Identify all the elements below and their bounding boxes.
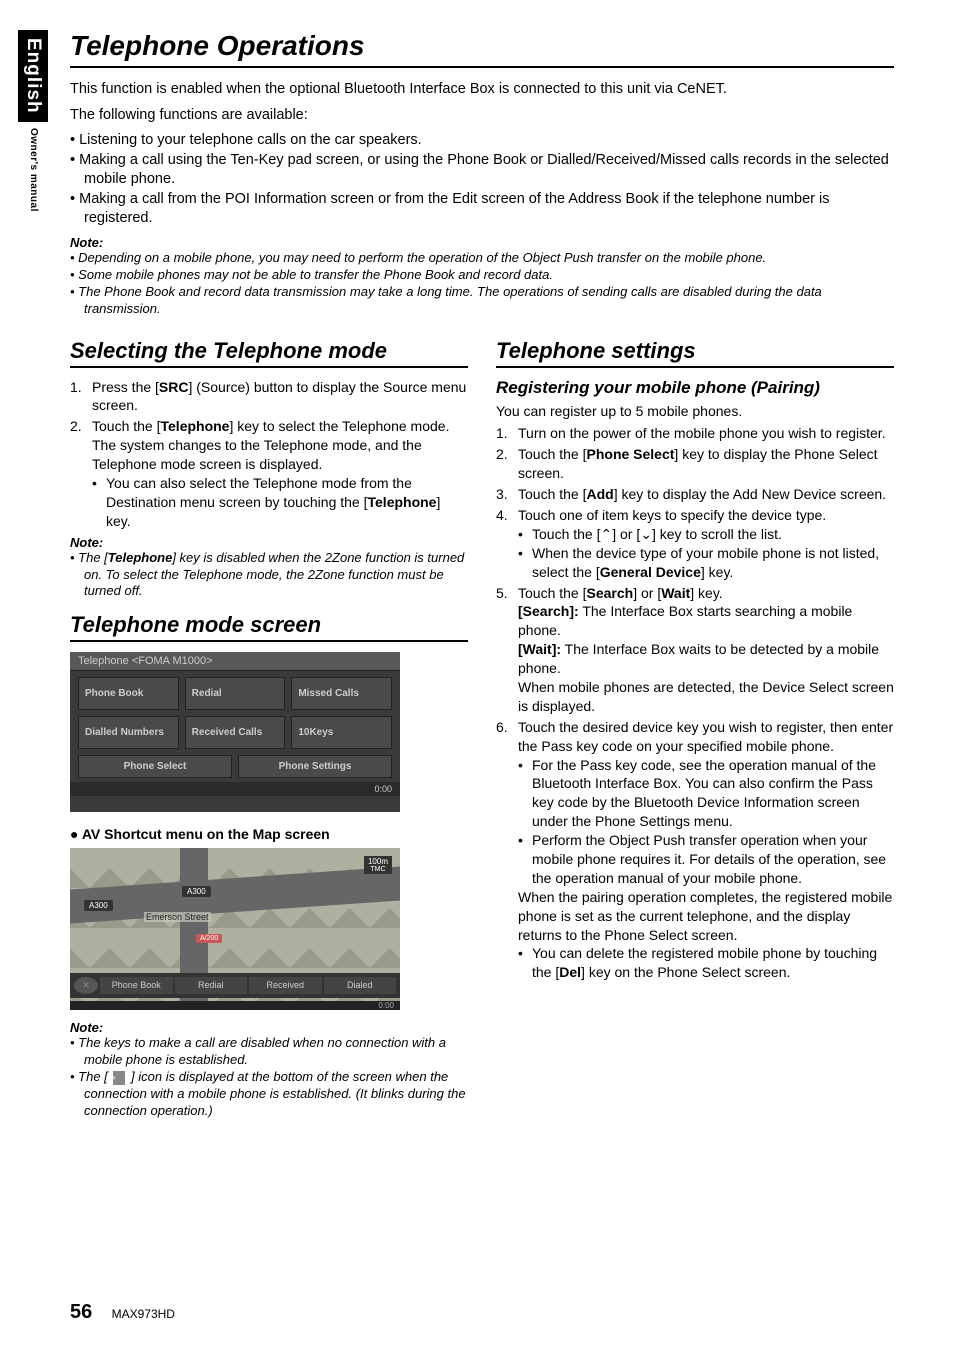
scroll-down-icon: ⌄ [640,525,652,544]
note-item: The keys to make a call are disabled whe… [70,1035,468,1069]
model-number: MAX973HD [112,1307,175,1321]
note-heading: Note: [70,235,894,250]
note-item: The [ ⌖ ] icon is displayed at the botto… [70,1069,468,1120]
left-note-1: The [Telephone] key is disabled when the… [70,550,468,601]
tel-titlebar: Telephone <FOMA M1000> [70,652,400,671]
note-heading: Note: [70,535,468,550]
map-btn-received[interactable]: Received [249,977,322,994]
note-item: Depending on a mobile phone, you may nee… [70,250,894,267]
note-item: Some mobile phones may not be able to tr… [70,267,894,284]
tel-btn-dialled[interactable]: Dialled Numbers [78,716,179,749]
top-note-list: Depending on a mobile phone, you may nee… [70,250,894,318]
top-bullet: Listening to your telephone calls on the… [70,131,894,151]
heading-registering-pairing: Registering your mobile phone (Pairing) [496,378,894,398]
pair-step-4: 4.Touch one of item keys to specify the … [496,506,894,582]
pair-step-6: 6.Touch the desired device key you wish … [496,718,894,982]
step-2-text: Touch the [Telephone] key to select the … [92,418,449,434]
intro-line-2: The following functions are available: [70,106,894,126]
tel-btn-phonebook[interactable]: Phone Book [78,677,179,710]
right-column: Telephone settings Registering your mobi… [496,334,894,1120]
tel-status-time: 0:00 [70,782,400,796]
pair-step-2: 2.Touch the [Phone Select] key to displa… [496,445,894,483]
step-4-sub: Touch the [⌃] or [⌄] key to scroll the l… [518,525,894,544]
step-6-sub: For the Pass key code, see the operation… [518,756,894,832]
step-6-sublist-2: You can delete the registered mobile pho… [518,944,894,982]
pair-step-1: 1.Turn on the power of the mobile phone … [496,424,894,443]
intro-line-1: This function is enabled when the option… [70,80,894,100]
map-btn-redial[interactable]: Redial [175,977,248,994]
map-btn-phonebook[interactable]: Phone Book [100,977,173,994]
side-tab-english: English [18,30,48,122]
tel-btn-10keys[interactable]: 10Keys [291,716,392,749]
tel-btn-phone-settings[interactable]: Phone Settings [238,755,392,778]
map-badge: A300 [84,900,113,911]
av-shortcut-heading: AV Shortcut menu on the Map screen [70,826,468,842]
note-item: The [Telephone] key is disabled when the… [70,550,468,601]
note-heading: Note: [70,1020,468,1035]
page-number: 56 [70,1301,92,1323]
map-status-time: 0:00 [70,1001,400,1010]
top-bullet-list: Listening to your telephone calls on the… [70,131,894,229]
step-1-text: Press the [SRC] (Source) button to displ… [92,379,466,414]
top-bullet: Making a call from the POI Information s… [70,190,894,229]
step-4-sublist: Touch the [⌃] or [⌄] key to scroll the l… [518,525,894,582]
heading-selecting-telephone: Selecting the Telephone mode [70,338,468,368]
side-tab-owner: Owner's manual [18,122,49,218]
pairing-steps: 1.Turn on the power of the mobile phone … [496,424,894,982]
map-close-icon[interactable]: ✕ [74,977,98,994]
tel-btn-phone-select[interactable]: Phone Select [78,755,232,778]
step-2-sub: You can also select the Telephone mode f… [92,474,468,531]
map-zoom: 100m TMC [364,856,392,874]
step-6-sublist: For the Pass key code, see the operation… [518,756,894,888]
left-note-2: The keys to make a call are disabled whe… [70,1035,468,1119]
map-street-label: Emerson Street [144,912,211,922]
selecting-steps: 1. Press the [SRC] (Source) button to di… [70,378,468,531]
map-screenshot: A300 A300 Emerson Street 100m TMC A/200 … [70,848,400,1010]
tel-btn-missed[interactable]: Missed Calls [291,677,392,710]
top-bullet: Making a call using the Ten-Key pad scre… [70,151,894,190]
step-2-body: The system changes to the Telephone mode… [92,436,468,474]
page-title: Telephone Operations [70,30,894,68]
step-1: 1. Press the [SRC] (Source) button to di… [70,378,468,416]
scroll-up-icon: ⌃ [601,525,613,544]
page-footer: 56 MAX973HD [70,1301,894,1324]
map-car-icon: A/200 [196,934,222,943]
step-6-sub: Perform the Object Push transfer operati… [518,831,894,888]
tel-btn-redial[interactable]: Redial [185,677,286,710]
side-tab: English Owner's manual [18,30,48,217]
map-btn-dialed[interactable]: Dialed [324,977,397,994]
pairing-intro: You can register up to 5 mobile phones. [496,402,894,421]
step-2: 2. Touch the [Telephone] key to select t… [70,417,468,530]
heading-telephone-settings: Telephone settings [496,338,894,368]
telephone-mode-screenshot: Telephone <FOMA M1000> Phone Book Redial… [70,652,400,812]
map-toolbar: ✕ Phone Book Redial Received Dialed [70,973,400,998]
left-column: Selecting the Telephone mode 1. Press th… [70,334,468,1120]
heading-telephone-mode-screen: Telephone mode screen [70,612,468,642]
pair-step-5: 5.Touch the [Search] or [Wait] key. [Sea… [496,584,894,716]
step-4-sub: When the device type of your mobile phon… [518,544,894,582]
tel-btn-received[interactable]: Received Calls [185,716,286,749]
step-6-sub: You can delete the registered mobile pho… [518,944,894,982]
pair-step-3: 3.Touch the [Add] key to display the Add… [496,485,894,504]
note-item: The Phone Book and record data transmiss… [70,284,894,318]
map-badge: A300 [182,886,211,897]
bluetooth-icon: ⌖ [113,1071,125,1085]
step-2-sublist: You can also select the Telephone mode f… [92,474,468,531]
